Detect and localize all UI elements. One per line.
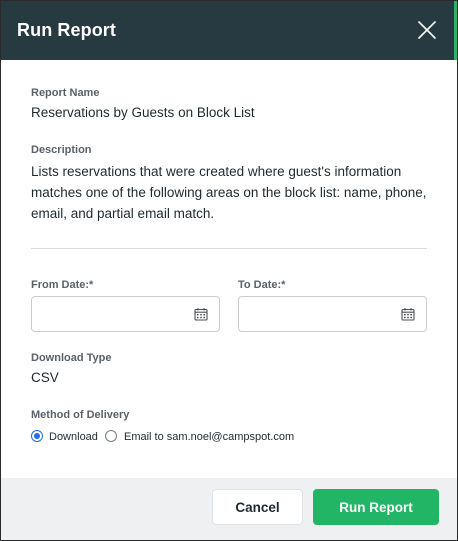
download-type-value: CSV [31,370,59,385]
download-type-label: Download Type [31,352,112,364]
to-date-label: To Date:* [238,279,286,291]
modal-title: Run Report [17,20,116,40]
delivery-email-radio[interactable] [105,430,117,442]
description-value: Lists reservations that were created whe… [31,164,427,221]
to-date-field[interactable] [238,296,427,332]
delivery-method-label: Method of Delivery [31,409,130,421]
delivery-email-label[interactable]: Email to sam.noel@campspot.com [124,431,294,443]
run-report-button[interactable]: Run Report [313,489,439,525]
modal-footer: Cancel Run Report [1,478,457,540]
from-date-label: From Date:* [31,279,94,291]
run-report-modal: Run Report Report Name Reservations by G… [0,0,458,541]
calendar-icon[interactable] [194,307,208,321]
modal-header: Run Report [1,1,457,60]
from-date-input[interactable] [32,297,187,331]
close-button[interactable] [414,17,440,43]
delivery-download-label[interactable]: Download [49,431,98,443]
delivery-download-radio[interactable] [31,430,43,442]
description-label: Description [31,144,92,156]
calendar-icon[interactable] [401,307,415,321]
to-date-input[interactable] [239,297,394,331]
cancel-button[interactable]: Cancel [212,489,303,525]
report-name-label: Report Name [31,87,100,99]
modal-body: Report Name Reservations by Guests on Bl… [1,60,457,478]
close-icon [418,21,436,39]
from-date-field[interactable] [31,296,220,332]
report-name-value: Reservations by Guests on Block List [31,105,255,120]
section-divider [31,248,427,249]
header-accent-strip [454,1,457,60]
